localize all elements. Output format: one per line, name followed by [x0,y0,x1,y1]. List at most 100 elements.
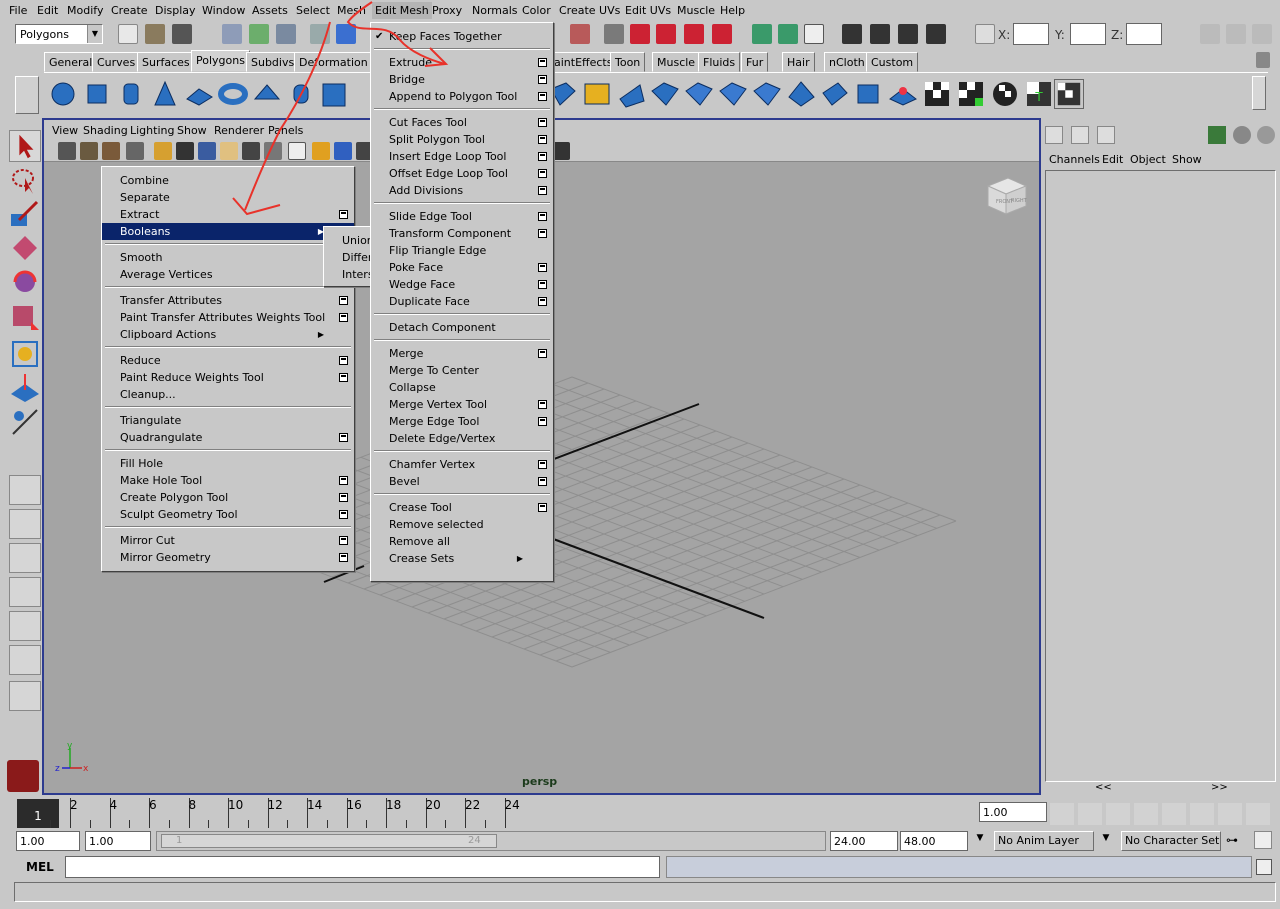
option-box-icon[interactable] [538,118,547,127]
safe-action-icon[interactable] [264,142,282,160]
magnet-curve-icon[interactable] [656,24,676,44]
tab-subdivs[interactable]: Subdivs [246,52,300,72]
option-box-icon[interactable] [538,186,547,195]
edit-mesh-item-duplicate-face[interactable]: Duplicate Face [371,293,553,310]
input-ops-icon[interactable] [752,24,772,44]
resolution-gate-icon[interactable] [198,142,216,160]
menu-edit[interactable]: Edit [37,4,58,17]
edit-mesh-item-chamfer-vertex[interactable]: Chamfer Vertex [371,456,553,473]
menu-help[interactable]: Help [720,4,745,17]
tab-deformation[interactable]: Deformation [294,52,373,72]
poly-sphere-icon[interactable] [48,79,78,109]
option-box-icon[interactable] [339,510,348,519]
construction-history-icon[interactable] [570,24,590,44]
bookmark-icon[interactable] [102,142,120,160]
new-scene-icon[interactable] [118,24,138,44]
mesh-item-fill-hole[interactable]: Fill Hole [102,455,354,472]
mesh-item-transfer-attributes[interactable]: Transfer Attributes [102,292,354,309]
edit-mesh-item-offset-edge-loop-tool[interactable]: Offset Edge Loop Tool [371,165,553,182]
option-box-icon[interactable] [538,58,547,67]
menu-normals[interactable]: Normals [472,4,518,17]
edit-mesh-item-slide-edge-tool[interactable]: Slide Edge Tool [371,208,553,225]
tab-fur[interactable]: Fur [741,52,769,72]
option-box-icon[interactable] [538,135,547,144]
hypershade-layout-icon[interactable] [9,611,41,641]
persp-graph-layout-icon[interactable] [9,577,41,607]
edit-mesh-item-append-to-polygon-tool[interactable]: Append to Polygon Tool [371,88,553,105]
option-box-icon[interactable] [339,553,348,562]
playback-end-field[interactable]: 24.00 [830,831,898,851]
y-field[interactable] [1070,23,1106,45]
layout-dropdown-icon[interactable] [9,681,41,711]
viewport-menu-renderer[interactable]: Renderer [214,124,264,137]
output-ops-icon[interactable] [778,24,798,44]
mesh-item-cleanup[interactable]: Cleanup... [102,386,354,403]
rotate-tool-icon[interactable] [9,266,41,298]
poly-cube-icon[interactable] [82,79,112,109]
menu-muscle[interactable]: Muscle [677,4,715,17]
anim-layer-field[interactable]: No Anim Layer [994,831,1094,851]
option-box-icon[interactable] [538,349,547,358]
trash-icon[interactable] [1256,52,1270,68]
automatic-map-icon[interactable] [1054,79,1084,109]
tab-custom[interactable]: Custom [866,52,919,72]
snap-grid-icon[interactable] [336,24,356,44]
edit-mesh-item-crease-sets[interactable]: Crease Sets ▶ [371,550,553,567]
ipr-render-icon[interactable] [870,24,890,44]
tab-muscle[interactable]: Muscle [652,52,701,72]
mesh-item-create-polygon-tool[interactable]: Create Polygon Tool [102,489,354,506]
paint-select-tool-icon[interactable] [9,198,41,230]
poly-cylinder-icon[interactable] [116,79,146,109]
play-backward-icon[interactable] [1134,803,1158,825]
persp-graph-outliner-layout-icon[interactable] [9,645,41,675]
attribute-toggle-icon[interactable] [1071,126,1089,144]
option-box-icon[interactable] [538,460,547,469]
character-set-field[interactable]: No Character Set [1121,831,1221,851]
playback-start-field[interactable]: 1.00 [85,831,151,851]
option-box-icon[interactable] [538,417,547,426]
step-back-key-icon[interactable] [1106,803,1130,825]
tab-hair[interactable]: Hair [782,52,815,72]
play-forward-icon[interactable] [1162,803,1186,825]
viewcube[interactable]: FRONT RIGHT [984,172,1030,218]
render-frame-icon[interactable] [842,24,862,44]
insert-edge-loop-icon[interactable] [684,79,714,109]
menu-set-dropdown[interactable]: Polygons ▼ [15,24,103,44]
filter-icon[interactable] [310,24,330,44]
universal-manipulator-icon[interactable] [9,338,41,370]
edit-mesh-item-merge-to-center[interactable]: Merge To Center [371,362,553,379]
option-box-icon[interactable] [538,400,547,409]
transform-input-icon[interactable] [975,24,995,44]
tab-surfaces[interactable]: Surfaces [137,52,195,72]
hyper-icon[interactable] [1257,126,1275,144]
tab-painteffects[interactable]: aintEffects [549,52,618,72]
mesh-item-booleans[interactable]: Booleans ▶ [102,223,354,240]
menu-modify[interactable]: Modify [67,4,103,17]
tab-general[interactable]: General [44,52,98,72]
mesh-item-smooth[interactable]: Smooth [102,249,354,266]
mesh-item-paint-reduce-weights-tool[interactable]: Paint Reduce Weights Tool [102,369,354,386]
layer-toggle-icon[interactable] [1097,126,1115,144]
option-box-icon[interactable] [339,296,348,305]
single-perspective-layout-icon[interactable] [9,475,41,505]
edit-mesh-item-detach-component[interactable]: Detach Component [371,319,553,336]
option-box-icon[interactable] [538,212,547,221]
persp-outliner-layout-icon[interactable] [9,543,41,573]
magnet-view-icon[interactable] [712,24,732,44]
option-box-icon[interactable] [339,356,348,365]
smooth-shade-icon[interactable] [312,142,330,160]
option-box-icon[interactable] [339,433,348,442]
poly-pyramid-icon[interactable] [286,79,316,109]
edit-mesh-item-merge-vertex-tool[interactable]: Merge Vertex Tool [371,396,553,413]
tab-polygons[interactable]: Polygons [191,50,250,72]
soft-modification-icon[interactable] [9,372,41,404]
move-tool-icon[interactable] [9,232,41,264]
wedge-face-icon[interactable] [752,79,782,109]
script-editor-icon[interactable] [1256,859,1272,875]
go-to-start-icon[interactable] [1050,803,1074,825]
manip-icon[interactable] [1208,126,1226,144]
viewport-menu-view[interactable]: View [52,124,78,137]
z-field[interactable] [1126,23,1162,45]
planar-map-icon[interactable] [956,79,986,109]
scale-tool-icon[interactable] [9,300,41,332]
